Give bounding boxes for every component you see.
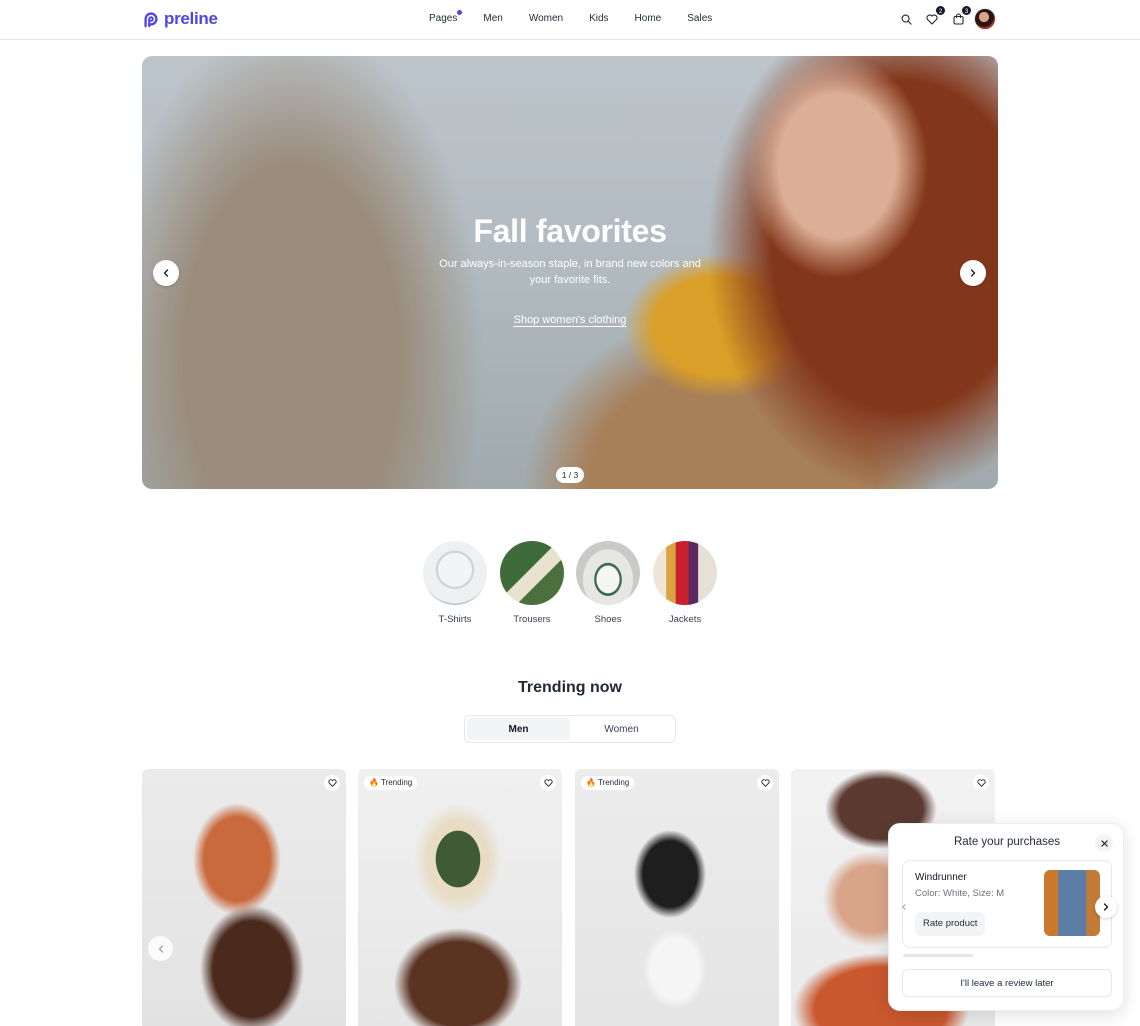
hero-subtitle: Our always-in-season staple, in brand ne…: [439, 258, 701, 286]
hero-link-wrap: Shop women's clothing: [142, 314, 998, 326]
trending-tabs: Men Women: [464, 715, 676, 743]
main-nav: Pages Men Women Kids Home Sales: [429, 10, 712, 24]
rate-product-card: Windrunner Color: White, Size: M Rate pr…: [902, 860, 1112, 948]
nav-sales[interactable]: Sales: [687, 13, 712, 24]
top-header: preline Pages Men Women Kids Home Sales …: [0, 0, 1140, 40]
category-trousers-image: [500, 541, 564, 605]
chevron-right-icon: [970, 269, 976, 277]
category-trousers[interactable]: Trousers: [500, 541, 564, 625]
trending-badge: 🔥 Trending: [581, 776, 635, 790]
nav-women[interactable]: Women: [529, 13, 563, 24]
trending-badge: 🔥 Trending: [364, 776, 418, 790]
product-card[interactable]: 🔥 Trending: [575, 769, 779, 1026]
category-tshirts[interactable]: T-Shirts: [423, 541, 487, 625]
cart-button[interactable]: 3: [950, 5, 972, 27]
search-icon: [901, 14, 912, 25]
rate-progress-bar: [903, 954, 973, 957]
nav-men[interactable]: Men: [483, 13, 502, 24]
header-actions: 2 3: [898, 5, 996, 30]
flame-icon: 🔥: [586, 778, 596, 787]
brand-name: preline: [164, 9, 218, 28]
rate-product-name: Windrunner: [915, 872, 967, 883]
rate-popup-close-button[interactable]: [1095, 834, 1113, 852]
hero-carousel: Fall favorites Our always-in-season stap…: [142, 56, 998, 489]
chevron-left-icon: [163, 269, 169, 277]
rate-product-image: [1044, 870, 1100, 936]
cart-count-badge: 3: [961, 5, 972, 16]
hero-slide-counter: 1 / 3: [556, 467, 584, 483]
nav-pages[interactable]: Pages: [429, 10, 463, 24]
heart-icon: [976, 779, 986, 787]
hero-prev-button[interactable]: [153, 260, 179, 286]
category-jackets[interactable]: Jackets: [653, 541, 717, 625]
hero-next-button[interactable]: [960, 260, 986, 286]
close-icon: [1100, 839, 1108, 847]
rate-popup-title: Rate your purchases: [953, 836, 1061, 848]
flame-icon: 🔥: [369, 778, 379, 787]
favorite-button[interactable]: [540, 775, 556, 791]
trending-title: Trending now: [518, 679, 622, 696]
products-prev-button[interactable]: [148, 936, 173, 961]
category-trousers-label: Trousers: [513, 614, 551, 625]
review-later-button[interactable]: I'll leave a review later: [902, 969, 1112, 997]
user-avatar[interactable]: [974, 8, 996, 30]
wishlist-count-badge: 2: [935, 5, 946, 16]
category-jackets-image: [653, 541, 717, 605]
product-card[interactable]: 🔥 Trending: [358, 769, 562, 1026]
heart-icon: [543, 779, 553, 787]
category-tshirts-label: T-Shirts: [438, 614, 472, 625]
nav-kids[interactable]: Kids: [589, 13, 608, 24]
category-tshirts-image: [423, 541, 487, 605]
search-button[interactable]: [898, 11, 914, 27]
trending-badge-label: Trending: [597, 778, 630, 787]
category-jackets-label: Jackets: [668, 614, 702, 625]
chevron-left-icon: [158, 944, 163, 953]
tab-women[interactable]: Women: [570, 718, 673, 740]
category-shoes-image: [576, 541, 640, 605]
hero-shop-link[interactable]: Shop women's clothing: [514, 314, 627, 326]
logo-icon: [144, 12, 158, 28]
wishlist-button[interactable]: 2: [924, 5, 946, 27]
category-shoes[interactable]: Shoes: [576, 541, 640, 625]
favorite-button[interactable]: [973, 775, 989, 791]
favorite-button[interactable]: [324, 775, 340, 791]
heart-icon: [926, 14, 938, 25]
chevron-left-icon: [902, 904, 906, 910]
rate-product-button[interactable]: Rate product: [915, 912, 986, 936]
category-shoes-label: Shoes: [594, 614, 622, 625]
nav-pages-label: Pages: [429, 13, 458, 24]
tab-men[interactable]: Men: [467, 718, 570, 740]
heart-icon: [327, 779, 337, 787]
hero-title: Fall favorites: [473, 213, 667, 249]
brand-logo[interactable]: preline: [142, 9, 218, 29]
chevron-right-icon: [1103, 903, 1109, 911]
rate-next-button[interactable]: [1095, 896, 1117, 918]
favorite-button[interactable]: [757, 775, 773, 791]
product-card[interactable]: [142, 769, 346, 1026]
nav-pages-dot: [457, 10, 463, 15]
rate-purchases-popup: Rate your purchases Windrunner Color: Wh…: [888, 823, 1124, 1011]
rate-prev-button[interactable]: [897, 900, 911, 914]
nav-home[interactable]: Home: [635, 13, 662, 24]
shopping-bag-icon: [952, 13, 964, 25]
rate-product-meta: Color: White, Size: M: [915, 888, 1005, 899]
trending-badge-label: Trending: [380, 778, 413, 787]
heart-icon: [760, 779, 770, 787]
